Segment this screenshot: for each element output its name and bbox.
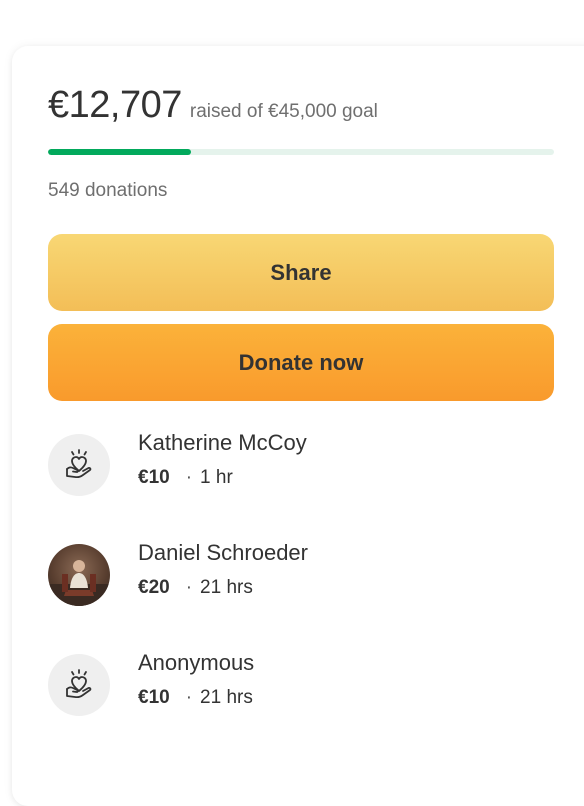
donor-time: 1 hr xyxy=(200,467,233,488)
donor-meta: €10 · 1 hr xyxy=(138,467,233,489)
goal-text: raised of €45,000 goal xyxy=(189,101,378,122)
heart-hand-icon xyxy=(48,434,110,496)
donor-item: Anonymous €10 · 21 hrs xyxy=(48,650,548,720)
donor-meta: €10 · 21 hrs xyxy=(138,687,253,709)
donor-amount: €20 xyxy=(138,577,170,598)
donor-time: 21 hrs xyxy=(200,687,253,708)
heart-hand-icon xyxy=(48,654,110,716)
donor-name: Daniel Schroeder xyxy=(138,540,308,565)
donate-now-button[interactable]: Donate now xyxy=(48,324,554,401)
progress-bar xyxy=(48,149,554,155)
donor-name: Katherine McCoy xyxy=(138,430,307,455)
separator-dot: · xyxy=(185,577,193,598)
donor-meta: €20 · 21 hrs xyxy=(138,577,253,599)
share-button[interactable]: Share xyxy=(48,234,554,311)
progress-fill xyxy=(48,149,191,155)
raised-amount: €12,707 xyxy=(48,84,182,126)
donor-amount: €10 xyxy=(138,687,170,708)
donor-time: 21 hrs xyxy=(200,577,253,598)
donor-item: Daniel Schroeder €20 · 21 hrs xyxy=(48,540,548,610)
separator-dot: · xyxy=(185,467,193,488)
donations-count: 549 donations xyxy=(48,180,168,201)
profile-photo xyxy=(48,544,110,606)
donor-item: Katherine McCoy €10 · 1 hr xyxy=(48,430,548,500)
raised-summary: €12,707 raised of €45,000 goal xyxy=(48,84,378,127)
donor-name: Anonymous xyxy=(138,650,255,675)
donor-amount: €10 xyxy=(138,467,170,488)
separator-dot: · xyxy=(185,687,193,708)
